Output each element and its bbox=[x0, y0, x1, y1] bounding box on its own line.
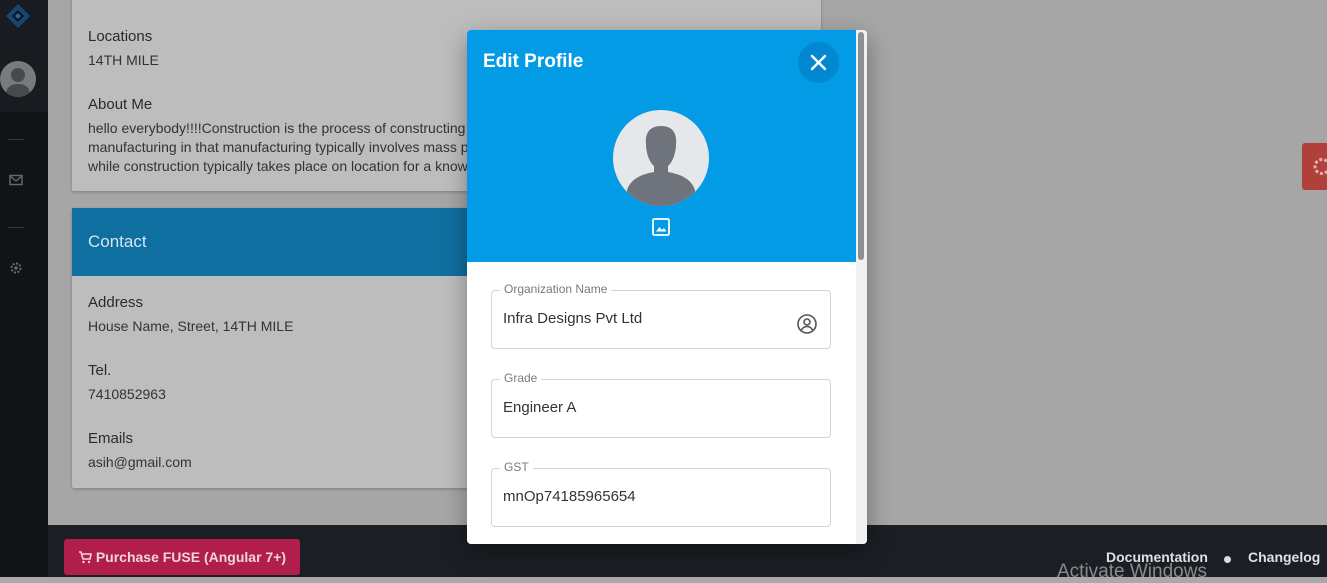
address-label: Address bbox=[88, 294, 144, 311]
grade-label: Grade bbox=[500, 371, 542, 385]
organization-name-field[interactable]: Organization Name bbox=[491, 282, 831, 349]
close-icon bbox=[810, 54, 827, 71]
profile-avatar bbox=[613, 110, 709, 206]
dialog-header: Edit Profile bbox=[467, 30, 856, 262]
cart-icon bbox=[78, 551, 92, 564]
dialog-scrollbar[interactable] bbox=[856, 30, 867, 544]
locations-label: Locations bbox=[88, 28, 153, 45]
theme-settings-button[interactable] bbox=[1302, 143, 1327, 190]
account-circle-icon bbox=[797, 314, 817, 334]
tel-label: Tel. bbox=[88, 362, 112, 379]
edit-profile-dialog: Edit Profile Organization Name Grade bbox=[467, 30, 867, 544]
about-label: About Me bbox=[88, 96, 153, 113]
separator-dot bbox=[1224, 556, 1231, 563]
gst-input[interactable] bbox=[503, 488, 783, 505]
overlay bbox=[0, 0, 48, 577]
tel-value: 7410852963 bbox=[88, 386, 166, 402]
activate-windows-watermark: Activate Windows bbox=[1057, 561, 1207, 582]
address-value: House Name, Street, 14TH MILE bbox=[88, 318, 294, 334]
organization-name-input[interactable] bbox=[503, 310, 783, 327]
grade-field[interactable]: Grade bbox=[491, 371, 831, 438]
purchase-label: Purchase FUSE (Angular 7+) bbox=[95, 549, 287, 565]
grade-input[interactable] bbox=[503, 399, 783, 416]
emails-value: asih@gmail.com bbox=[88, 454, 192, 470]
locations-value: 14TH MILE bbox=[88, 52, 159, 68]
person-icon bbox=[627, 126, 695, 206]
close-button[interactable] bbox=[798, 42, 839, 83]
changelog-link[interactable]: Changelog bbox=[1248, 549, 1320, 565]
emails-label: Emails bbox=[88, 430, 134, 447]
organization-name-label: Organization Name bbox=[500, 282, 612, 296]
gst-label: GST bbox=[500, 460, 533, 474]
gst-field[interactable]: GST bbox=[491, 460, 831, 527]
scrollbar-thumb[interactable] bbox=[858, 32, 864, 260]
settings-icon bbox=[1313, 158, 1327, 175]
image-icon[interactable] bbox=[651, 217, 671, 237]
dialog-title: Edit Profile bbox=[483, 51, 584, 72]
sidebar bbox=[0, 0, 48, 577]
purchase-button[interactable]: Purchase FUSE (Angular 7+) bbox=[64, 539, 300, 575]
